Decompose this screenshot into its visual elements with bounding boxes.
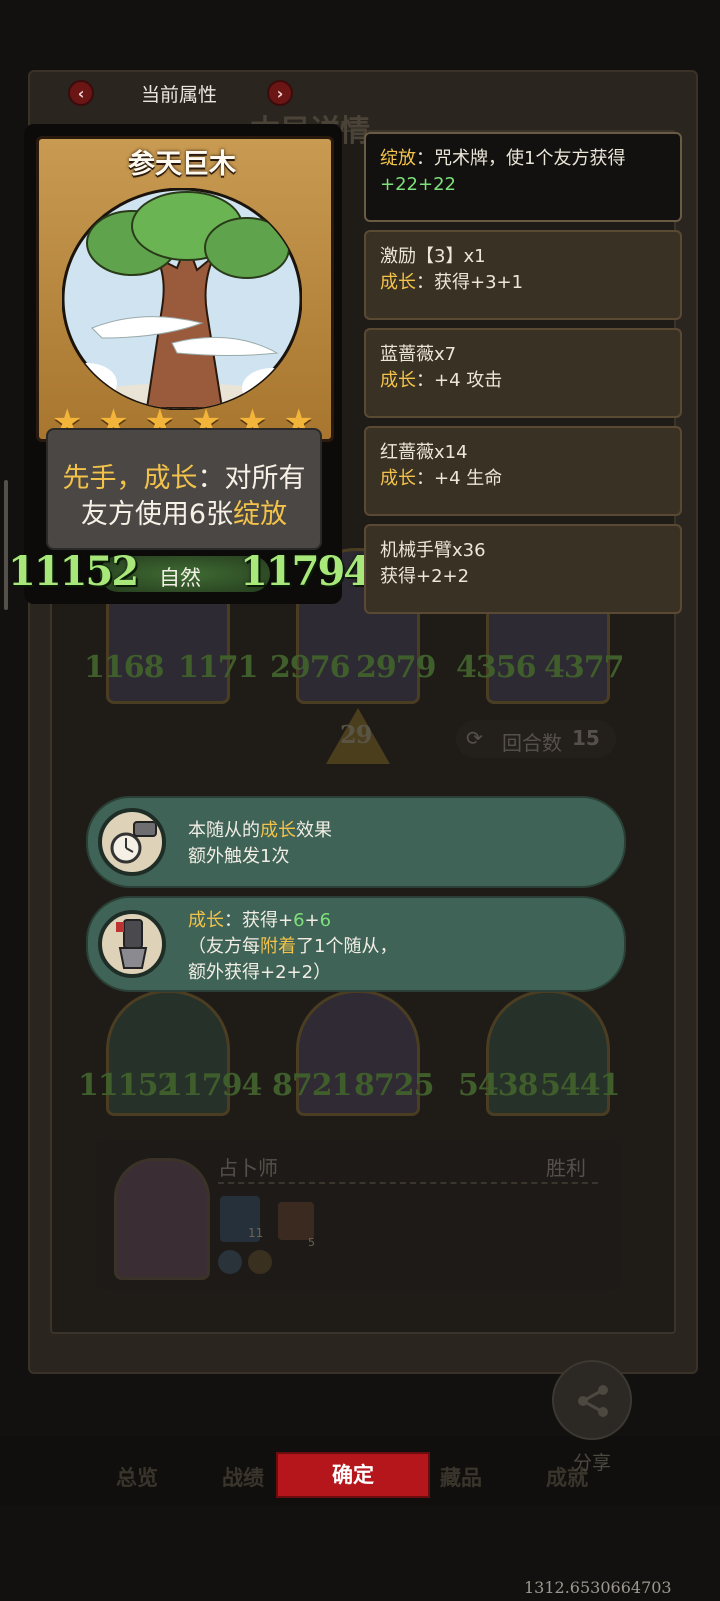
bg-stat: 4356 (456, 650, 536, 685)
bg-stat: 8725 (354, 1068, 434, 1103)
refresh-icon: ⟳ (466, 726, 483, 750)
bg-arrow-count: 29 (340, 720, 372, 749)
round-label: 回合数 (502, 731, 562, 755)
page-title: 当前属性 (140, 84, 217, 106)
health-value: 11794 (240, 548, 371, 595)
tooltip-line-2: 额外触发1次 (188, 846, 290, 867)
tooltip-line-3: 额外获得+2+2） (188, 962, 332, 983)
effect-detail: 成长：+4 生命 (380, 468, 503, 489)
tree-portrait (62, 188, 302, 410)
bg-stat: 8721 (272, 1068, 352, 1103)
spiral-icon (248, 1250, 272, 1274)
divider (218, 1182, 598, 1185)
prev-button[interactable]: ‹ (68, 80, 94, 106)
tooltip-bubble: 本随从的成长效果 额外触发1次 (86, 796, 626, 888)
attack-value: 11152 (8, 548, 139, 595)
effect-detail: +22+22 (380, 174, 456, 195)
tribe-label: 自然 (159, 566, 201, 590)
chevron-left-icon: ‹ (77, 84, 85, 103)
effect-item[interactable]: 蓝蔷薇x7 成长：+4 攻击 (364, 328, 682, 418)
card-description: 先手，成长：对所有 友方使用6张绽放 (46, 428, 322, 550)
tooltip-line-1: 本随从的成长效果 (188, 820, 332, 841)
bg-stat: 11794 (162, 1068, 262, 1103)
chevron-right-icon: › (276, 84, 284, 103)
coordinate-readout: 1312.6530664703 (524, 1578, 672, 1597)
stopwatch-arm-icon (98, 808, 166, 876)
round-counter: ⟳ 回合数 15 (456, 720, 616, 758)
share-label: 分享 (572, 1452, 611, 1474)
next-button[interactable]: › (267, 80, 293, 106)
effect-title: 激励【3】x1 (380, 246, 486, 267)
tooltip-line-1: 成长：获得+6+6 (188, 910, 332, 931)
bg-stat: 2979 (356, 650, 436, 685)
effect-item[interactable]: 绽放：咒术牌，使1个友方获得 +22+22 (364, 132, 682, 222)
house-icon (278, 1202, 314, 1240)
share-icon (578, 1385, 608, 1417)
effect-detail: 成长：获得+3+1 (380, 272, 524, 293)
confirm-button[interactable]: 确定 (276, 1452, 430, 1498)
tooltip-bubble: 成长：获得+6+6 （友方每附着了1个随从， 额外获得+2+2） (86, 896, 626, 992)
player-avatar (114, 1158, 210, 1280)
mechanical-arm-icon (98, 910, 166, 978)
effect-title: 机械手臂x36 (380, 540, 486, 561)
tooltip-line-2: （友方每附着了1个随从， (188, 936, 398, 957)
bg-stat: 4377 (544, 650, 624, 685)
sword-icon (218, 1250, 242, 1274)
tab-collection[interactable]: 藏品 (440, 1462, 482, 1492)
round-value: 15 (572, 726, 600, 750)
card-name: 参天巨木 (128, 149, 236, 180)
share-button[interactable] (552, 1360, 632, 1440)
match-result: 胜利 (546, 1156, 586, 1180)
bg-stat: 1168 (84, 650, 164, 685)
player-summary-row: 占卜师 胜利 11 5 (96, 1140, 622, 1290)
card-desc-line-1: 先手，成长：对所有 (62, 463, 306, 494)
effect-detail: 获得+2+2 (380, 566, 470, 587)
tab-overview[interactable]: 总览 (116, 1462, 158, 1492)
tab-record[interactable]: 战绩 (222, 1462, 264, 1492)
effect-title: 绽放：咒术牌，使1个友方获得 (380, 148, 626, 169)
effect-detail: 成长：+4 攻击 (380, 370, 503, 391)
card-desc-line-2: 友方使用6张绽放 (80, 499, 288, 530)
player-name: 占卜师 (218, 1156, 278, 1180)
bg-stat: 2976 (270, 650, 350, 685)
effect-title: 蓝蔷薇x7 (380, 344, 457, 365)
bg-stat: 1171 (178, 650, 258, 685)
effect-item[interactable]: 激励【3】x1 成长：获得+3+1 (364, 230, 682, 320)
house-count: 5 (308, 1236, 315, 1249)
relic-count: 11 (248, 1226, 264, 1240)
effect-title: 红蔷薇x14 (380, 442, 468, 463)
bg-stat: 5441 (540, 1068, 620, 1103)
effect-item[interactable]: 红蔷薇x14 成长：+4 生命 (364, 426, 682, 516)
bg-stat: 5438 (458, 1068, 538, 1103)
effect-item[interactable]: 机械手臂x36 获得+2+2 (364, 524, 682, 614)
